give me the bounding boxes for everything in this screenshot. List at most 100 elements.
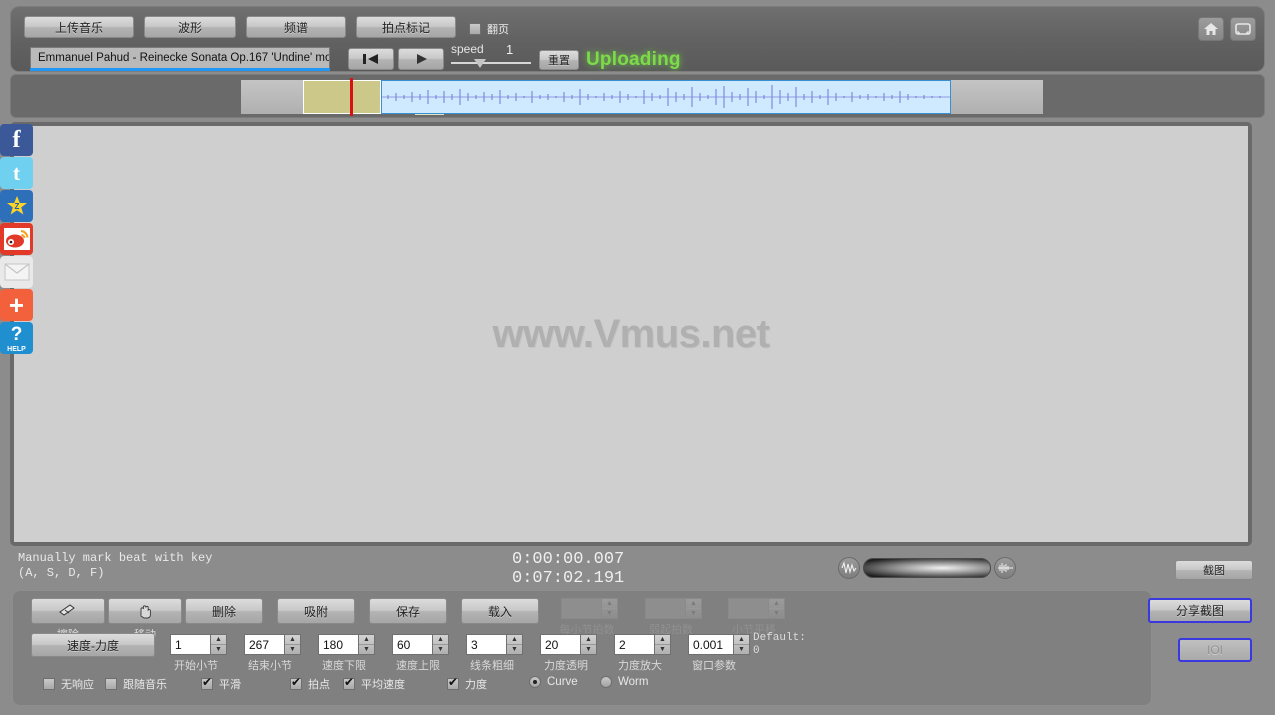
start-measure-stepper[interactable]: 1 ▲ ▼ xyxy=(170,634,227,655)
stepper-up[interactable]: ▲ xyxy=(507,635,522,645)
stepper-down[interactable]: ▼ xyxy=(359,645,374,654)
stepper-down[interactable]: ▼ xyxy=(285,645,300,654)
play-button[interactable] xyxy=(398,48,444,70)
fullscreen-glyph xyxy=(1235,23,1251,35)
email-icon[interactable] xyxy=(0,256,33,288)
hand-icon xyxy=(140,605,151,619)
stepper-buttons[interactable]: ▲ ▼ xyxy=(506,634,523,655)
overview-left-pad xyxy=(241,80,303,114)
stepper-up: ▲ xyxy=(602,599,617,609)
share-plus-icon[interactable]: + xyxy=(0,289,33,321)
stepper-buttons[interactable]: ▲ ▼ xyxy=(284,634,301,655)
overview-wave-region[interactable] xyxy=(381,80,951,114)
page-turn-checkbox[interactable]: 翻页 xyxy=(469,21,509,37)
load-button[interactable]: 载入 xyxy=(461,598,539,624)
track-title-field[interactable]: Emmanuel Pahud - Reinecke Sonata Op.167 … xyxy=(30,47,330,68)
checkbox-label: 平滑 xyxy=(219,679,241,691)
dynamics-zoom-stepper[interactable]: 2 ▲ ▼ xyxy=(614,634,671,655)
checkbox-follow-music[interactable]: 跟随音乐 xyxy=(105,676,167,692)
snapshot-button[interactable]: 截图 xyxy=(1175,560,1253,580)
move-tool-button[interactable] xyxy=(108,598,182,624)
fullscreen-icon[interactable] xyxy=(1230,17,1256,41)
stepper-buttons[interactable]: ▲ ▼ xyxy=(580,634,597,655)
tempo-dynamics-button[interactable]: 速度-力度 xyxy=(31,633,155,657)
time-readout: 0:00:00.007 0:07:02.191 xyxy=(512,550,624,588)
stepper-down[interactable]: ▼ xyxy=(507,645,522,654)
stepper-down[interactable]: ▼ xyxy=(433,645,448,654)
stepper-buttons[interactable]: ▲ ▼ xyxy=(432,634,449,655)
share-snapshot-button[interactable]: 分享截图 xyxy=(1148,598,1252,623)
dynamics-opacity-stepper[interactable]: 20 ▲ ▼ xyxy=(540,634,597,655)
stepper-value[interactable]: 267 xyxy=(244,634,284,655)
twitter-icon[interactable]: t xyxy=(0,157,33,189)
rewind-to-start-button[interactable] xyxy=(348,48,394,70)
spectrum-button[interactable]: 频谱 xyxy=(246,16,346,38)
stepper-up[interactable]: ▲ xyxy=(734,635,749,645)
qzone-icon[interactable]: Z xyxy=(0,190,33,222)
help-icon[interactable]: ? HELP xyxy=(0,322,33,354)
facebook-icon[interactable]: f xyxy=(0,124,33,156)
stepper-down[interactable]: ▼ xyxy=(581,645,596,654)
playhead-marker[interactable] xyxy=(350,78,353,116)
tempo-max-label: 速度上限 xyxy=(396,660,440,672)
delete-button[interactable]: 删除 xyxy=(185,598,263,624)
oscilloscope-glyph xyxy=(841,561,857,575)
tempo-min-stepper[interactable]: 180 ▲ ▼ xyxy=(318,634,375,655)
overview-waveform-strip[interactable] xyxy=(10,74,1265,118)
stepper-up[interactable]: ▲ xyxy=(359,635,374,645)
checkbox-dynamics[interactable]: 力度 xyxy=(447,676,487,692)
stepper-buttons[interactable]: ▲ ▼ xyxy=(358,634,375,655)
stepper-buttons[interactable]: ▲ ▼ xyxy=(210,634,227,655)
radio-worm[interactable]: Worm xyxy=(600,676,648,688)
stepper-value[interactable]: 60 xyxy=(392,634,432,655)
stepper-up[interactable]: ▲ xyxy=(285,635,300,645)
overview-selection-region[interactable] xyxy=(303,80,444,115)
reset-button[interactable]: 重置 xyxy=(539,50,579,70)
beat-mark-button[interactable]: 拍点标记 xyxy=(356,16,456,38)
snap-button[interactable]: 吸附 xyxy=(277,598,355,624)
line-thickness-stepper[interactable]: 3 ▲ ▼ xyxy=(466,634,523,655)
stepper-down[interactable]: ▼ xyxy=(211,645,226,654)
save-button[interactable]: 保存 xyxy=(369,598,447,624)
social-share-sidebar: f t Z + ? HELP xyxy=(0,124,33,355)
stepper-up[interactable]: ▲ xyxy=(581,635,596,645)
stepper-down[interactable]: ▼ xyxy=(655,645,670,654)
stepper-buttons[interactable]: ▲ ▼ xyxy=(654,634,671,655)
waveform-right-icon[interactable] xyxy=(994,557,1016,579)
help-sublabel: HELP xyxy=(7,345,26,353)
home-icon[interactable] xyxy=(1198,17,1224,41)
checkbox-box xyxy=(343,676,355,690)
stepper-up[interactable]: ▲ xyxy=(211,635,226,645)
checkbox-smooth[interactable]: 平滑 xyxy=(201,676,241,692)
speed-slider-track[interactable] xyxy=(451,62,531,64)
stepper-value[interactable]: 180 xyxy=(318,634,358,655)
end-measure-stepper[interactable]: 267 ▲ ▼ xyxy=(244,634,301,655)
beats-per-measure-stepper: ▲ ▼ xyxy=(561,598,618,619)
checkbox-beats[interactable]: 拍点 xyxy=(290,676,330,692)
stepper-buttons[interactable]: ▲ ▼ xyxy=(733,634,750,655)
checkbox-no-response[interactable]: 无响应 xyxy=(43,676,94,692)
stepper-up[interactable]: ▲ xyxy=(655,635,670,645)
upload-music-button[interactable]: 上传音乐 xyxy=(24,16,134,38)
checkbox-average-tempo[interactable]: 平均速度 xyxy=(343,676,405,692)
tempo-max-stepper[interactable]: 60 ▲ ▼ xyxy=(392,634,449,655)
stepper-value[interactable]: 20 xyxy=(540,634,580,655)
stepper-value[interactable]: 0.001 xyxy=(688,634,733,655)
weibo-icon[interactable] xyxy=(0,223,33,255)
radio-curve[interactable]: Curve xyxy=(529,676,578,688)
speed-slider-thumb[interactable] xyxy=(474,59,486,68)
stepper-value[interactable]: 2 xyxy=(614,634,654,655)
waveform-left-icon[interactable] xyxy=(838,557,860,579)
checkbox-box xyxy=(447,676,459,690)
stepper-up[interactable]: ▲ xyxy=(433,635,448,645)
tempo-dynamics-canvas[interactable]: www.Vmus.net xyxy=(14,126,1248,542)
stepper-up: ▲ xyxy=(769,599,784,609)
stepper-value[interactable]: 1 xyxy=(170,634,210,655)
stepper-value[interactable]: 3 xyxy=(466,634,506,655)
window-param-stepper[interactable]: 0.001 ▲ ▼ xyxy=(688,634,750,655)
waveform-button[interactable]: 波形 xyxy=(144,16,236,38)
volume-slider[interactable] xyxy=(863,558,991,578)
stepper-down[interactable]: ▼ xyxy=(734,645,749,654)
envelope-glyph xyxy=(4,263,29,281)
erase-tool-button[interactable] xyxy=(31,598,105,624)
